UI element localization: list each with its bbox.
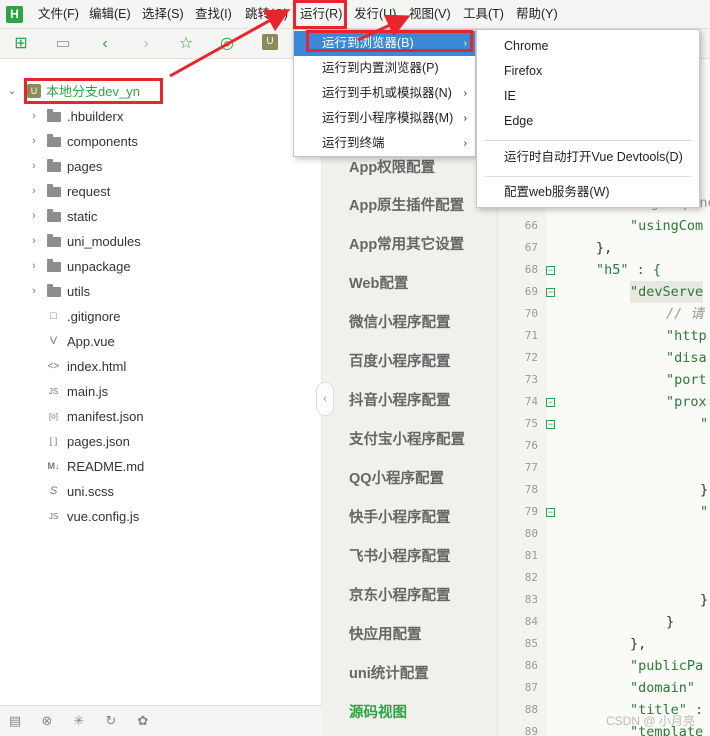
arrow-to-submenu bbox=[357, 14, 411, 42]
watermark: CSDN @ 小月亮 bbox=[606, 714, 695, 728]
arrow-to-run-menu bbox=[169, 9, 291, 78]
hbuilderx-window: H 文件(F) 编辑(E) 选择(S) 查找(I) 跳转(G) 运行(R) 发行… bbox=[0, 0, 710, 736]
annotation-arrows bbox=[169, 9, 411, 78]
